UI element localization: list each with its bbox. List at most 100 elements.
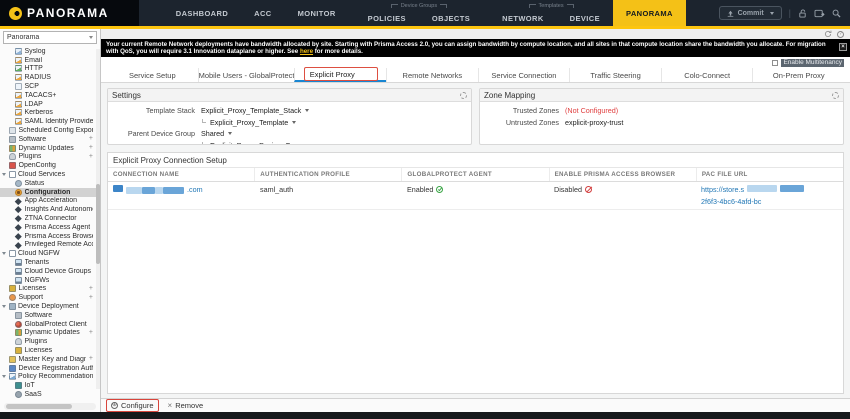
- close-icon[interactable]: ×: [839, 43, 847, 51]
- tab-colo-connect[interactable]: Colo-Connect: [661, 68, 753, 82]
- sidebar-item-plugins[interactable]: Plugins: [0, 337, 100, 346]
- caret-down-icon[interactable]: [2, 173, 6, 176]
- sidebar-item-openconfig[interactable]: OpenConfig: [0, 161, 100, 170]
- sidebar-item-scheduled-config-export[interactable]: Scheduled Config Export: [0, 126, 100, 135]
- sidebar-horizontal-scrollbar[interactable]: [4, 403, 96, 410]
- sidebar-item-kerberos[interactable]: Kerberos: [0, 109, 100, 118]
- nav-network[interactable]: NETWORK: [489, 10, 557, 26]
- connection-name-cell[interactable]: .com: [108, 182, 255, 209]
- nav-dashboard[interactable]: DASHBOARD: [163, 0, 241, 26]
- sidebar-item-prisma-access-agent[interactable]: Prisma Access Agent: [0, 223, 100, 232]
- expand-icon[interactable]: +: [89, 330, 93, 336]
- sidebar-item-saas[interactable]: SaaS: [0, 390, 100, 399]
- sidebar-item-plugins[interactable]: Plugins+: [0, 153, 100, 162]
- sidebar-item-label: GlobalProtect Client: [25, 321, 87, 328]
- refresh-icon[interactable]: [824, 30, 832, 38]
- nav-panorama[interactable]: PANORAMA: [613, 0, 686, 26]
- caret-down-icon[interactable]: [2, 305, 6, 308]
- sidebar-item-label: Dynamic Updates: [19, 145, 74, 152]
- tab-on-prem-proxy[interactable]: On-Prem Proxy: [752, 68, 844, 82]
- pac-file-url-cell[interactable]: https://store.s2f6f3-4bc6-4afd-bc: [696, 182, 843, 209]
- sidebar-item-cloud-services[interactable]: Cloud Services: [0, 170, 100, 179]
- nav-device[interactable]: DEVICE: [557, 10, 613, 26]
- template-stack-dropdown[interactable]: Explicit_Proxy_Template_Stack: [201, 106, 309, 115]
- expand-icon[interactable]: +: [89, 356, 93, 362]
- sidebar-item-http[interactable]: HTTP: [0, 65, 100, 74]
- device-group-dropdown[interactable]: Explicit_Proxy_Device_Group: [201, 141, 313, 146]
- sidebar-item-licenses[interactable]: Licenses+: [0, 285, 100, 294]
- tab-explicit-proxy[interactable]: Explicit Proxy: [294, 68, 386, 82]
- sidebar-item-iot[interactable]: IoT: [0, 381, 100, 390]
- sidebar-item-ngfws[interactable]: NGFWs: [0, 276, 100, 285]
- sidebar-item-device-registration-auth-key[interactable]: Device Registration Auth Key: [0, 364, 100, 373]
- sidebar-item-software[interactable]: Software +: [0, 135, 100, 144]
- enable-multitenancy-checkbox[interactable]: [772, 60, 778, 66]
- context-selector[interactable]: Panorama: [3, 31, 97, 44]
- sidebar-item-licenses[interactable]: Licenses: [0, 346, 100, 355]
- caret-down-icon[interactable]: [2, 375, 6, 378]
- sidebar-item-globalprotect-client[interactable]: GlobalProtect Client: [0, 320, 100, 329]
- column-header-authentication-profile[interactable]: AUTHENTICATION PROFILE: [255, 168, 402, 181]
- sidebar-item-cloud-ngfw[interactable]: Cloud NGFW: [0, 249, 100, 258]
- sidebar-item-app-acceleration[interactable]: App Acceleration: [0, 197, 100, 206]
- expand-icon[interactable]: +: [89, 154, 93, 160]
- sidebar-item-radius[interactable]: RADIUS: [0, 73, 100, 82]
- sidebar-item-dynamic-updates[interactable]: Dynamic Updates +: [0, 144, 100, 153]
- configure-button[interactable]: ⊕ Configure: [106, 399, 159, 412]
- expand-icon[interactable]: +: [89, 136, 93, 142]
- nav-monitor[interactable]: MONITOR: [285, 0, 349, 26]
- table-row[interactable]: .com saml_auth Enabled Disabled https:: [108, 182, 843, 210]
- tab-traffic-steering[interactable]: Traffic Steering: [569, 68, 661, 82]
- expand-icon[interactable]: +: [89, 286, 93, 292]
- parent-device-group-dropdown[interactable]: Shared: [201, 129, 232, 138]
- sidebar-item-syslog[interactable]: Syslog: [0, 47, 100, 56]
- nav-objects[interactable]: OBJECTS: [419, 10, 483, 26]
- table-header-row: CONNECTION NAMEAUTHENTICATION PROFILEGLO…: [108, 168, 843, 182]
- nav-policies[interactable]: POLICIES: [355, 10, 419, 26]
- sidebar-item-device-deployment[interactable]: Device Deployment: [0, 302, 100, 311]
- column-header-connection-name[interactable]: CONNECTION NAME: [108, 168, 255, 181]
- sidebar-item-policy-recommendation[interactable]: Policy Recommendation: [0, 372, 100, 381]
- sidebar-item-tenants[interactable]: Tenants: [0, 258, 100, 267]
- sidebar-item-configuration[interactable]: Configuration: [0, 188, 100, 197]
- help-icon[interactable]: ?: [837, 31, 844, 38]
- column-header-globalprotect-agent[interactable]: GLOBALPROTECT AGENT: [402, 168, 549, 181]
- caret-down-icon[interactable]: [2, 252, 6, 255]
- template-dropdown[interactable]: Explicit_Proxy_Template: [201, 118, 296, 127]
- expand-icon[interactable]: +: [89, 295, 93, 301]
- sidebar-item-ztna-connector[interactable]: ZTNA Connector: [0, 214, 100, 223]
- banner-here-link[interactable]: here: [300, 48, 313, 55]
- sidebar-item-label: RADIUS: [25, 74, 51, 81]
- sidebar-item-status[interactable]: Status: [0, 179, 100, 188]
- sidebar-item-insights-and-autonomous-di[interactable]: Insights And Autonomous DI: [0, 205, 100, 214]
- sidebar-item-saml-identity-provider[interactable]: SAML Identity Provider: [0, 117, 100, 126]
- sidebar-item-scp[interactable]: SCP: [0, 82, 100, 91]
- sidebar-item-privileged-remote-access[interactable]: Privileged Remote Access: [0, 241, 100, 250]
- unlock-icon[interactable]: [798, 9, 807, 18]
- sidebar-item-master-key-and-diagnostics[interactable]: Master Key and Diagnostics+: [0, 355, 100, 364]
- sidebar-vertical-scrollbar[interactable]: [96, 49, 100, 389]
- expand-icon[interactable]: +: [89, 145, 93, 151]
- sidebar-item-email[interactable]: Email: [0, 56, 100, 65]
- gear-icon[interactable]: [832, 92, 839, 99]
- sidebar-item-dynamic-updates[interactable]: Dynamic Updates+: [0, 329, 100, 338]
- sidebar-item-ldap[interactable]: LDAP: [0, 100, 100, 109]
- sidebar-item-cloud-device-groups[interactable]: Cloud Device Groups: [0, 267, 100, 276]
- tab-service-setup[interactable]: Service Setup: [107, 68, 198, 82]
- search-icon[interactable]: [832, 9, 841, 18]
- tab-remote-networks[interactable]: Remote Networks: [386, 68, 478, 82]
- sidebar-item-software[interactable]: Software: [0, 311, 100, 320]
- task-manager-icon[interactable]: [814, 9, 825, 18]
- sidebar-item-support[interactable]: Support+: [0, 293, 100, 302]
- sidebar-item-tacacs[interactable]: TACACS+: [0, 91, 100, 100]
- nav-acc[interactable]: ACC: [241, 0, 284, 26]
- tab-service-connection[interactable]: Service Connection: [478, 68, 570, 82]
- commit-button[interactable]: Commit: [719, 6, 782, 20]
- column-header-pac-file-url[interactable]: PAC FILE URL: [697, 168, 843, 181]
- column-header-enable-prisma-access-browser[interactable]: ENABLE PRISMA ACCESS BROWSER: [550, 168, 697, 181]
- sidebar-item-prisma-access-browser[interactable]: Prisma Access Browser: [0, 232, 100, 241]
- gear-icon[interactable]: [460, 92, 467, 99]
- tab-mobile-users-globalprotect[interactable]: Mobile Users - GlobalProtect: [198, 68, 295, 82]
- sidebar-item-label: Software: [19, 136, 47, 143]
- remove-button[interactable]: × Remove: [168, 401, 204, 410]
